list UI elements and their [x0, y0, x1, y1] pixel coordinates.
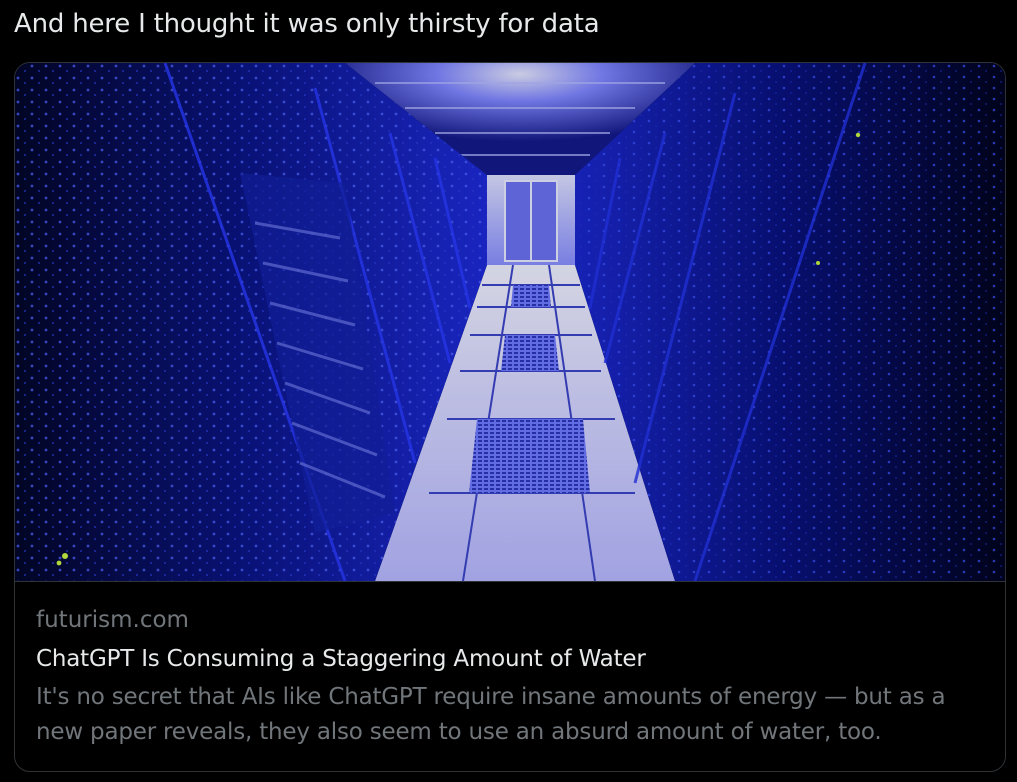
tweet-text: And here I thought it was only thirsty f… — [14, 9, 600, 39]
link-preview-card[interactable]: futurism.com ChatGPT Is Consuming a Stag… — [14, 62, 1006, 772]
card-domain[interactable]: futurism.com — [36, 604, 189, 636]
card-description[interactable]: It's no secret that AIs like ChatGPT req… — [36, 680, 986, 750]
card-divider — [15, 581, 1005, 582]
card-image[interactable] — [15, 63, 1005, 581]
card-title[interactable]: ChatGPT Is Consuming a Staggering Amount… — [36, 643, 646, 675]
